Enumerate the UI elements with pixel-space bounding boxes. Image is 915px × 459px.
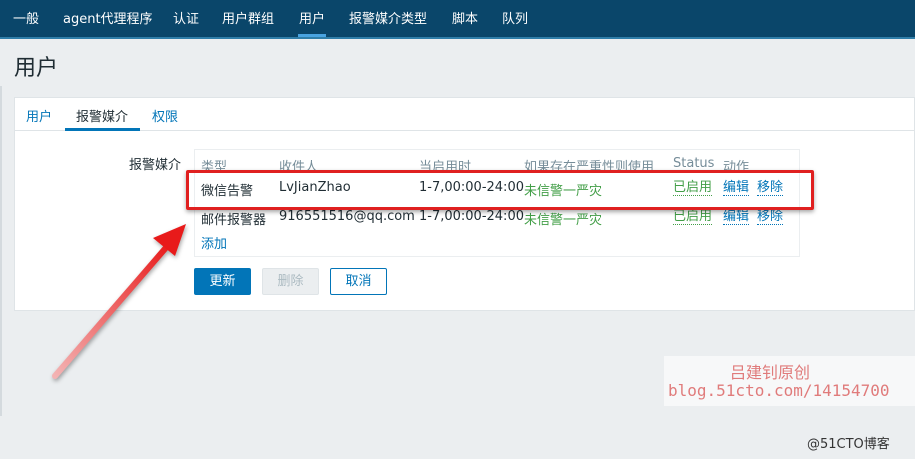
site-watermark: @51CTO博客 — [807, 437, 890, 452]
watermark-author: 吕建钊原创 — [730, 363, 811, 382]
watermark-url: blog.51cto.com/14154700 — [668, 381, 890, 400]
